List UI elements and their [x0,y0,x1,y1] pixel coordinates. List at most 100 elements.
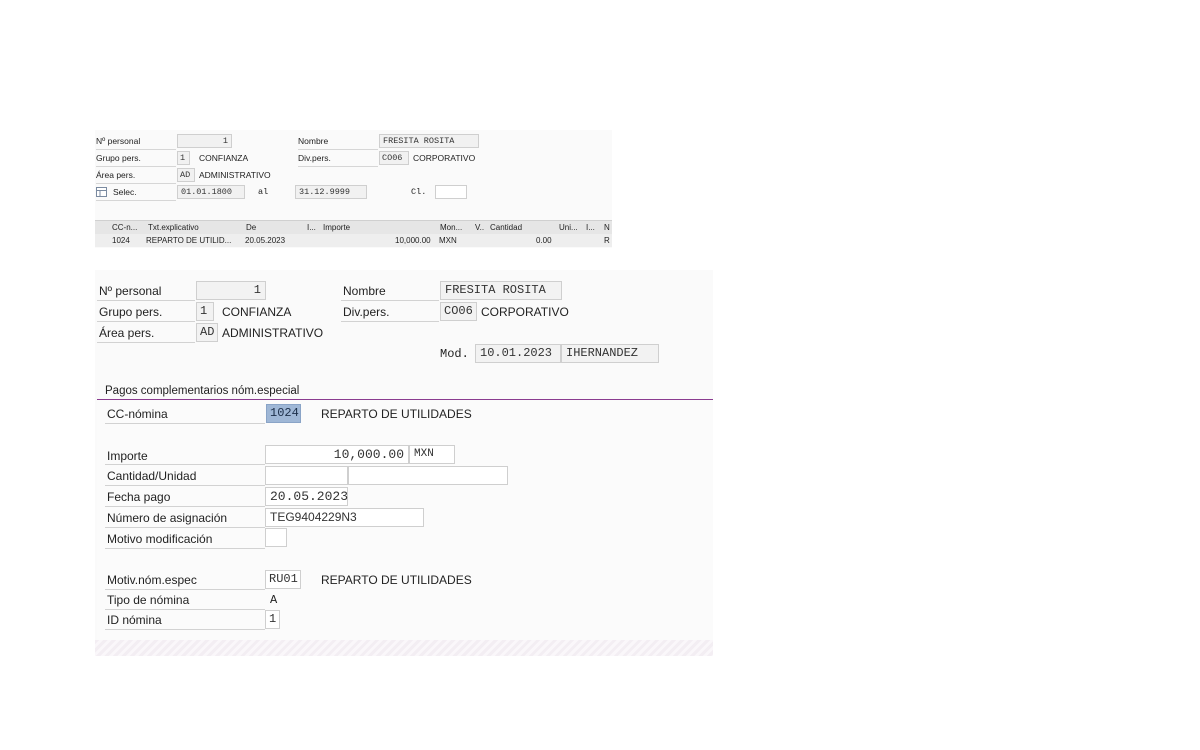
cell-importe: 10,000.00 [395,236,431,245]
selec-to-field[interactable]: 31.12.9999 [295,185,367,199]
area-pers-code[interactable]: AD [177,168,195,182]
divider [105,609,265,610]
section-title: Pagos complementarios nóm.especial [105,385,300,397]
area-pers-text: ADMINISTRATIVO [199,170,271,180]
divider [97,342,195,343]
selection-icon[interactable] [96,187,107,197]
area-pers-label: Área pers. [96,170,136,180]
mod-user-field[interactable]: IHERNANDEZ [561,344,659,363]
cell-cantidad: 0.00 [536,236,552,245]
panel-footer-hatch [95,640,713,656]
section-body [97,400,713,656]
tipo-nomina-label: Tipo de nómina [107,593,190,607]
grupo-pers-text: CONFIANZA [199,153,249,163]
column-header-v[interactable]: V.. [475,221,484,234]
mod-date-field[interactable]: 10.01.2023 [475,344,561,363]
selec-to-label: al [258,187,269,197]
divider [105,485,265,486]
nro-personal-field[interactable]: 1 [196,281,266,300]
importe-field[interactable]: 10,000.00 [265,445,409,464]
cc-nomina-text: REPARTO DE UTILIDADES [321,407,472,421]
column-header-cantidad[interactable]: Cantidad [490,221,522,234]
column-header-i2[interactable]: I... [586,221,595,234]
moneda-field[interactable]: MXN [409,445,455,464]
selec-from-field[interactable]: 01.01.1800 [177,185,245,199]
importe-label: Importe [107,449,148,463]
divider [105,464,265,465]
nro-personal-label: Nº personal [99,284,162,298]
column-header-moneda[interactable]: Mon... [440,221,462,234]
fecha-pago-field[interactable]: 20.05.2023 [265,487,348,506]
divider [96,149,176,150]
divider [105,527,265,528]
cell-i2: R [604,236,610,245]
divider [298,149,378,150]
motiv-nom-espec-text: REPARTO DE UTILIDADES [321,573,472,587]
grupo-pers-label: Grupo pers. [99,305,163,319]
cl-field[interactable] [435,185,467,199]
divider [105,506,265,507]
cc-nomina-label: CC-nómina [107,407,168,421]
table-row[interactable]: 1024 REPARTO DE UTILID... 20.05.2023 10,… [95,234,612,247]
fecha-pago-label: Fecha pago [107,490,171,504]
column-header-i[interactable]: I... [307,221,316,234]
divider [97,321,195,322]
motiv-nom-espec-label: Motiv.nóm.espec [107,573,197,587]
column-header-unidad[interactable]: Uni... [559,221,578,234]
nombre-field[interactable]: FRESITA ROSITA [379,134,479,148]
div-pers-text: CORPORATIVO [481,305,569,319]
column-header-importe[interactable]: Importe [323,221,350,234]
divider [105,423,265,424]
area-pers-code[interactable]: AD [196,323,218,342]
divider [341,321,439,322]
divider [96,166,176,167]
grupo-pers-code[interactable]: 1 [177,151,190,165]
nro-personal-field[interactable]: 1 [177,134,232,148]
cantidad-field[interactable] [265,466,348,485]
cell-cc-nomina: 1024 [112,236,130,245]
tipo-nomina-value: A [270,593,278,607]
divider [97,300,195,301]
numero-asignacion-field[interactable]: TEG9404229N3 [265,508,424,527]
cantidad-unidad-label: Cantidad/Unidad [107,469,197,483]
grupo-pers-label: Grupo pers. [96,153,141,163]
cc-nomina-code-field[interactable]: 1024 [266,404,301,423]
mod-label: Mod. [440,347,469,361]
div-pers-label: Div.pers. [298,153,331,163]
cell-de: 20.05.2023 [245,236,286,245]
nombre-label: Nombre [298,136,329,146]
divider [105,589,265,590]
divider [96,200,176,201]
divider [105,548,265,549]
payment-detail-panel: Nº personal 1 Nombre FRESITA ROSITA Grup… [95,270,713,656]
grupo-pers-code[interactable]: 1 [196,302,214,321]
divider [96,183,176,184]
numero-asignacion-label: Número de asignación [107,511,228,525]
employee-header-panel-small: Nº personal 1 Nombre FRESITA ROSITA Grup… [95,130,612,248]
motivo-modificacion-label: Motivo modificación [107,532,213,546]
cell-txt-explicativo: REPARTO DE UTILID... [146,236,232,245]
cl-label: Cl. [411,187,427,197]
unidad-field[interactable] [348,466,508,485]
motivo-modificacion-field[interactable] [265,528,287,547]
column-header-de[interactable]: De [246,221,256,234]
id-nomina-field[interactable]: 1 [265,610,280,629]
selec-label: Selec. [113,187,137,197]
nombre-field[interactable]: FRESITA ROSITA [440,281,562,300]
nombre-label: Nombre [343,284,386,298]
div-pers-code[interactable]: CO06 [379,151,409,165]
divider [341,300,439,301]
div-pers-text: CORPORATIVO [413,153,476,163]
table-header: CC-n... Txt.explicativo De I... Importe … [95,220,612,235]
column-header-n[interactable]: N [604,221,610,234]
id-nomina-label: ID nómina [107,613,162,627]
column-header-cc-nomina[interactable]: CC-n... [112,221,137,234]
area-pers-label: Área pers. [99,326,155,340]
nro-personal-label: Nº personal [96,136,141,146]
div-pers-label: Div.pers. [343,305,390,319]
column-header-txt-explicativo[interactable]: Txt.explicativo [148,221,199,234]
divider [298,166,378,167]
divider [105,629,265,630]
div-pers-code[interactable]: CO06 [440,302,477,321]
motiv-nom-espec-code-field[interactable]: RU01 [265,570,301,589]
